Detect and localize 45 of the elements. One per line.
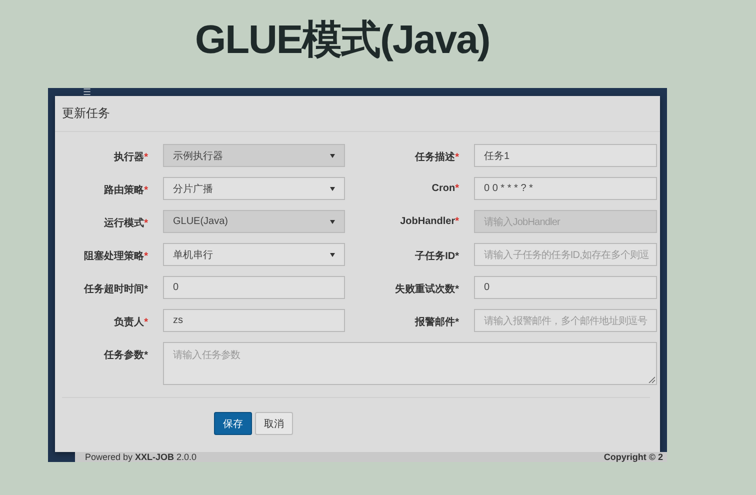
- input-field[interactable]: 任务1: [474, 144, 657, 167]
- required-mark: *: [144, 284, 148, 295]
- field-label: 运行模式: [104, 216, 144, 230]
- required-mark: *: [144, 185, 148, 196]
- footer-text: Powered by XXL-JOB 2.0.0: [85, 452, 197, 462]
- required-mark: *: [144, 317, 148, 328]
- required-mark: *: [455, 284, 459, 295]
- required-mark: *: [455, 216, 459, 227]
- required-mark: *: [144, 251, 148, 262]
- field-label: JobHandler: [400, 216, 456, 227]
- field-label: 路由策略: [104, 184, 144, 197]
- caret-icon: [330, 252, 335, 256]
- field-label: 任务参数: [104, 348, 144, 362]
- input-field[interactable]: 0: [474, 276, 657, 299]
- field-label: 负责人: [114, 316, 144, 329]
- field-label: Cron: [432, 183, 456, 194]
- input-field[interactable]: 0: [163, 276, 345, 299]
- field-label: 子任务ID: [415, 250, 456, 263]
- required-mark: *: [455, 251, 459, 262]
- save-button[interactable]: 保存: [214, 412, 252, 435]
- required-mark: *: [144, 218, 148, 229]
- caret-icon: [330, 186, 335, 190]
- input-field[interactable]: 0 0 * * * ? *: [474, 177, 657, 200]
- caret-icon: [330, 220, 335, 224]
- input-field[interactable]: zs: [163, 309, 345, 332]
- modal-title: 更新任务: [62, 105, 110, 122]
- caret-icon: [330, 154, 335, 158]
- field-label: 任务超时时间: [84, 282, 144, 296]
- menu-icon[interactable]: ☰: [83, 88, 92, 96]
- required-mark: *: [455, 317, 459, 328]
- field-label: 报警邮件: [415, 316, 456, 329]
- slide-title: GLUE模式(Java): [195, 16, 490, 64]
- select-field[interactable]: 单机串行: [163, 243, 345, 266]
- cancel-button[interactable]: 取消: [255, 412, 293, 435]
- field-label: 失败重试次数: [395, 282, 456, 296]
- resize-grip-icon[interactable]: [648, 376, 655, 383]
- select-field[interactable]: 分片广播: [163, 177, 345, 200]
- required-mark: *: [455, 183, 459, 194]
- field-label: 任务描述: [415, 150, 456, 164]
- required-mark: *: [144, 350, 148, 361]
- field-label: 阻塞处理策略: [84, 249, 144, 263]
- copyright-text: Copyright © 2: [604, 452, 663, 462]
- required-mark: *: [144, 152, 148, 163]
- field-label: 执行器: [114, 150, 144, 164]
- required-mark: *: [455, 152, 459, 163]
